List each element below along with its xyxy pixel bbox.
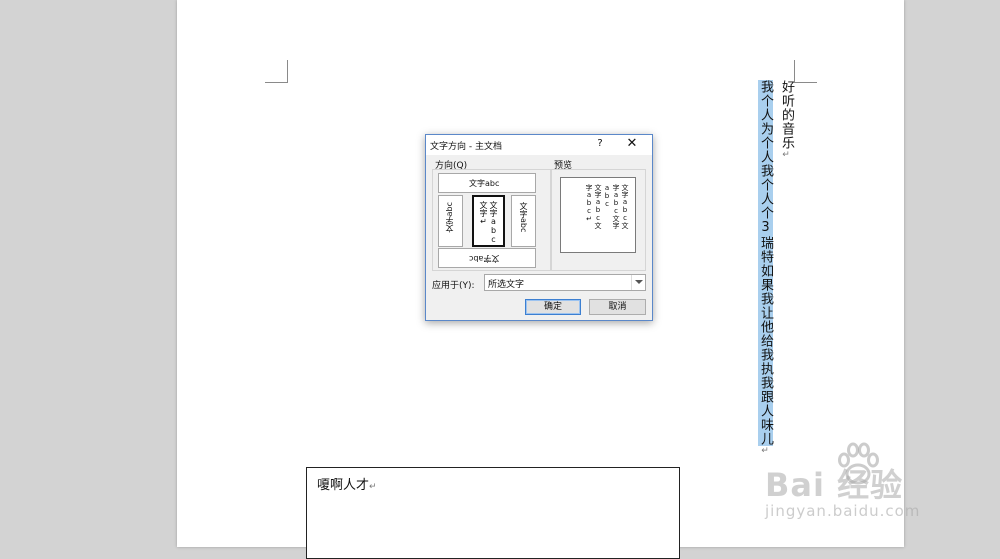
help-button[interactable]: ? xyxy=(593,138,607,149)
text-box[interactable]: 嗄啊人才↵ xyxy=(306,467,680,559)
preview-line: 字abc↵ xyxy=(585,184,593,223)
dialog-titlebar: 文字方向 - 主文档 ? ✕ xyxy=(426,135,652,155)
close-button[interactable]: ✕ xyxy=(624,136,640,151)
orientation-vertical-stacked-selected[interactable]: 文字abc 文字↵ xyxy=(472,195,505,247)
apply-to-select[interactable]: 所选文字 xyxy=(484,274,646,291)
vertical-text-column-right[interactable]: 好听的音乐↵ xyxy=(777,80,795,161)
text-box-content: 嗄啊人才↵ xyxy=(317,474,377,493)
preview-box: 文字abc文 字abc文字abc 文字abc文 字abc↵ xyxy=(560,177,636,253)
vertical-text-right: 好听的音乐 xyxy=(779,80,794,150)
text-direction-dialog: 文字方向 - 主文档 ? ✕ 方向(Q) 文字abc 文字abc 文字abc 文… xyxy=(425,134,653,321)
vertical-text-column-left[interactable]: 我个人为个人我个人个3瑞特如果我让他给我执我跟人味儿↵ xyxy=(756,80,774,457)
orientation-horizontal-flipped[interactable]: 文字abc xyxy=(438,248,536,268)
margin-corner-top-right xyxy=(794,60,817,83)
margin-corner-top-left xyxy=(265,60,288,83)
orientation-vertical-right[interactable]: 文字abc xyxy=(511,195,536,247)
chevron-down-icon[interactable] xyxy=(631,275,645,290)
watermark-url: jingyan.baidu.com xyxy=(765,502,921,520)
text-box-text: 嗄啊人才 xyxy=(317,478,370,493)
preview-line: 字abc文字abc xyxy=(603,184,620,229)
ok-button[interactable]: 确定 xyxy=(525,299,581,315)
orientation-vertical-left-label: 文字abc xyxy=(445,202,454,233)
orientation-horizontal-label: 文字abc xyxy=(469,179,500,188)
orientation-horizontal[interactable]: 文字abc xyxy=(438,173,536,193)
preview-line: 文字abc文 xyxy=(594,184,602,229)
apply-to-label: 应用于(Y): xyxy=(432,281,475,291)
orientation-vertical-left[interactable]: 文字abc xyxy=(438,195,463,247)
preview-line: 文字abc文 xyxy=(621,184,629,229)
orientation-vertical-right-label: 文字abc xyxy=(519,202,528,233)
orientation-stacked-line-1: 文字abc xyxy=(489,201,498,244)
preview-text: 文字abc文 字abc文字abc 文字abc文 字abc↵ xyxy=(584,184,629,244)
watermark-brand: Bai 经验 xyxy=(765,466,904,504)
orientation-horizontal-flipped-label: 文字abc xyxy=(469,254,500,263)
paragraph-mark: ↵ xyxy=(781,150,791,161)
apply-to-value: 所选文字 xyxy=(488,280,525,290)
paragraph-mark: ↵ xyxy=(369,482,377,492)
paragraph-mark: ↵ xyxy=(760,446,770,457)
dialog-title: 文字方向 - 主文档 xyxy=(430,142,502,152)
orientation-stacked-line-2: 文字↵ xyxy=(479,201,488,226)
cancel-button[interactable]: 取消 xyxy=(589,299,646,315)
selected-vertical-text: 我个人为个人我个人个3瑞特如果我让他给我执我跟人味儿 xyxy=(758,80,773,446)
